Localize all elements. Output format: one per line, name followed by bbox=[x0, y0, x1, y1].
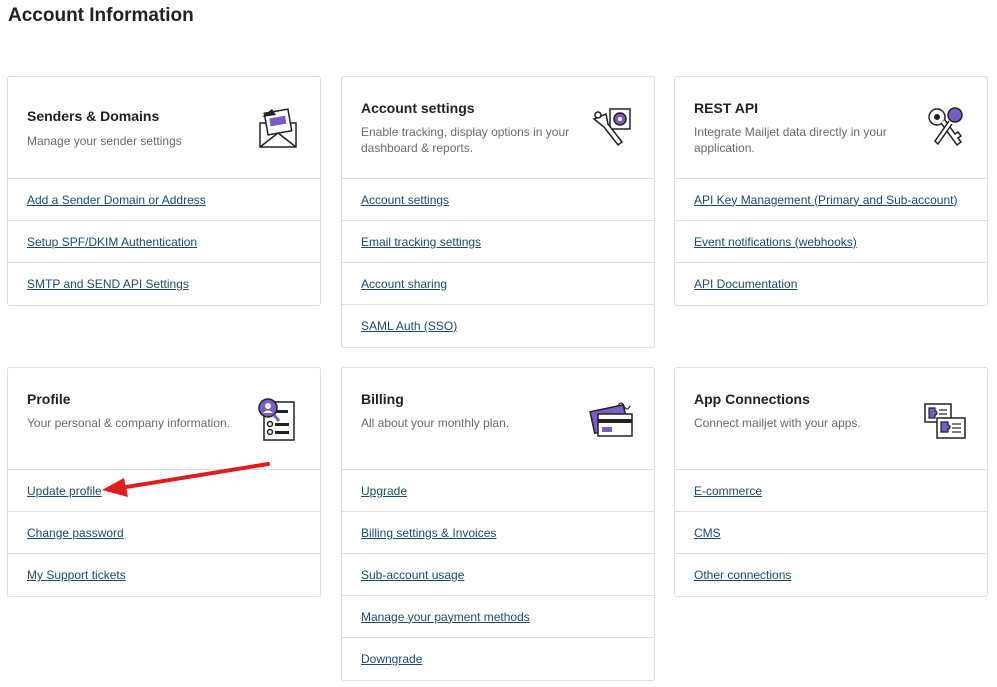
card-header: REST API Integrate Mailjet data directly… bbox=[675, 77, 987, 179]
saml-auth-link[interactable]: SAML Auth (SSO) bbox=[361, 319, 457, 333]
card-header: App Connections Connect mailjet with you… bbox=[675, 368, 987, 470]
list-item: SAML Auth (SSO) bbox=[342, 305, 654, 347]
card-title: App Connections bbox=[694, 391, 810, 407]
list-item: E-commerce bbox=[675, 470, 987, 512]
list-item: Email tracking settings bbox=[342, 221, 654, 263]
downgrade-link[interactable]: Downgrade bbox=[361, 652, 422, 666]
list-item: API Key Management (Primary and Sub-acco… bbox=[675, 179, 987, 221]
api-documentation-link[interactable]: API Documentation bbox=[694, 277, 797, 291]
card-header: Billing All about your monthly plan. bbox=[342, 368, 654, 470]
rest-api-card: REST API Integrate Mailjet data directly… bbox=[674, 76, 988, 306]
card-title: Profile bbox=[27, 391, 71, 407]
payment-methods-link[interactable]: Manage your payment methods bbox=[361, 610, 530, 624]
list-item: Manage your payment methods bbox=[342, 596, 654, 638]
change-password-link[interactable]: Change password bbox=[27, 526, 124, 540]
card-title: REST API bbox=[694, 100, 759, 116]
account-settings-card: Account settings Enable tracking, displa… bbox=[341, 76, 655, 348]
spf-dkim-link[interactable]: Setup SPF/DKIM Authentication bbox=[27, 235, 197, 249]
list-item: SMTP and SEND API Settings bbox=[8, 263, 320, 305]
card-description: Integrate Mailjet data directly in your … bbox=[694, 125, 887, 155]
card-title: Senders & Domains bbox=[27, 108, 160, 124]
app-connections-icon bbox=[924, 403, 966, 439]
arrow-shaft bbox=[118, 462, 270, 490]
keys-icon bbox=[928, 107, 963, 147]
list-item: Change password bbox=[8, 512, 320, 554]
list-item: Billing settings & Invoices bbox=[342, 512, 654, 554]
card-title: Billing bbox=[361, 391, 404, 407]
profile-card-icon bbox=[258, 398, 295, 441]
event-notifications-link[interactable]: Event notifications (webhooks) bbox=[694, 235, 857, 249]
sub-account-usage-link[interactable]: Sub-account usage bbox=[361, 568, 464, 582]
update-profile-link[interactable]: Update profile bbox=[27, 484, 102, 498]
account-sharing-link[interactable]: Account sharing bbox=[361, 277, 447, 291]
list-item: Setup SPF/DKIM Authentication bbox=[8, 221, 320, 263]
list-item: API Documentation bbox=[675, 263, 987, 305]
list-item: Sub-account usage bbox=[342, 554, 654, 596]
senders-domains-card: Senders & Domains Manage your sender set… bbox=[7, 76, 321, 306]
list-item: My Support tickets bbox=[8, 554, 320, 596]
list-item: Account sharing bbox=[342, 263, 654, 305]
email-tracking-link[interactable]: Email tracking settings bbox=[361, 235, 481, 249]
smtp-send-api-link[interactable]: SMTP and SEND API Settings bbox=[27, 277, 189, 291]
wrench-gear-icon bbox=[592, 108, 631, 147]
list-item: Event notifications (webhooks) bbox=[675, 221, 987, 263]
card-header: Profile Your personal & company informat… bbox=[8, 368, 320, 470]
card-description: Manage your sender settings bbox=[27, 134, 182, 148]
list-item: Downgrade bbox=[342, 638, 654, 680]
list-item: Other connections bbox=[675, 554, 987, 596]
envelope-icon bbox=[259, 108, 297, 148]
list-item: Add a Sender Domain or Address bbox=[8, 179, 320, 221]
api-key-management-link[interactable]: API Key Management (Primary and Sub-acco… bbox=[694, 193, 957, 207]
card-description: Your personal & company information. bbox=[27, 416, 231, 430]
card-description: All about your monthly plan. bbox=[361, 416, 510, 430]
card-header: Account settings Enable tracking, displa… bbox=[342, 77, 654, 179]
card-title: Account settings bbox=[361, 100, 475, 116]
annotation-arrow-icon bbox=[102, 462, 270, 497]
billing-invoices-link[interactable]: Billing settings & Invoices bbox=[361, 526, 496, 540]
account-settings-link[interactable]: Account settings bbox=[361, 193, 449, 207]
card-header: Senders & Domains Manage your sender set… bbox=[8, 77, 320, 179]
app-connections-card: App Connections Connect mailjet with you… bbox=[674, 367, 988, 597]
list-item: CMS bbox=[675, 512, 987, 554]
arrow-head bbox=[102, 478, 128, 497]
add-sender-domain-link[interactable]: Add a Sender Domain or Address bbox=[27, 193, 206, 207]
billing-card: Billing All about your monthly plan. Upg… bbox=[341, 367, 655, 681]
cms-link[interactable]: CMS bbox=[694, 526, 721, 540]
ecommerce-link[interactable]: E-commerce bbox=[694, 484, 762, 498]
credit-card-icon bbox=[589, 402, 633, 437]
card-description: Connect mailjet with your apps. bbox=[694, 416, 861, 430]
list-item: Account settings bbox=[342, 179, 654, 221]
card-description: Enable tracking, display options in your… bbox=[361, 125, 570, 155]
page-title: Account Information bbox=[8, 5, 194, 26]
support-tickets-link[interactable]: My Support tickets bbox=[27, 568, 126, 582]
list-item: Upgrade bbox=[342, 470, 654, 512]
upgrade-link[interactable]: Upgrade bbox=[361, 484, 407, 498]
other-connections-link[interactable]: Other connections bbox=[694, 568, 791, 582]
